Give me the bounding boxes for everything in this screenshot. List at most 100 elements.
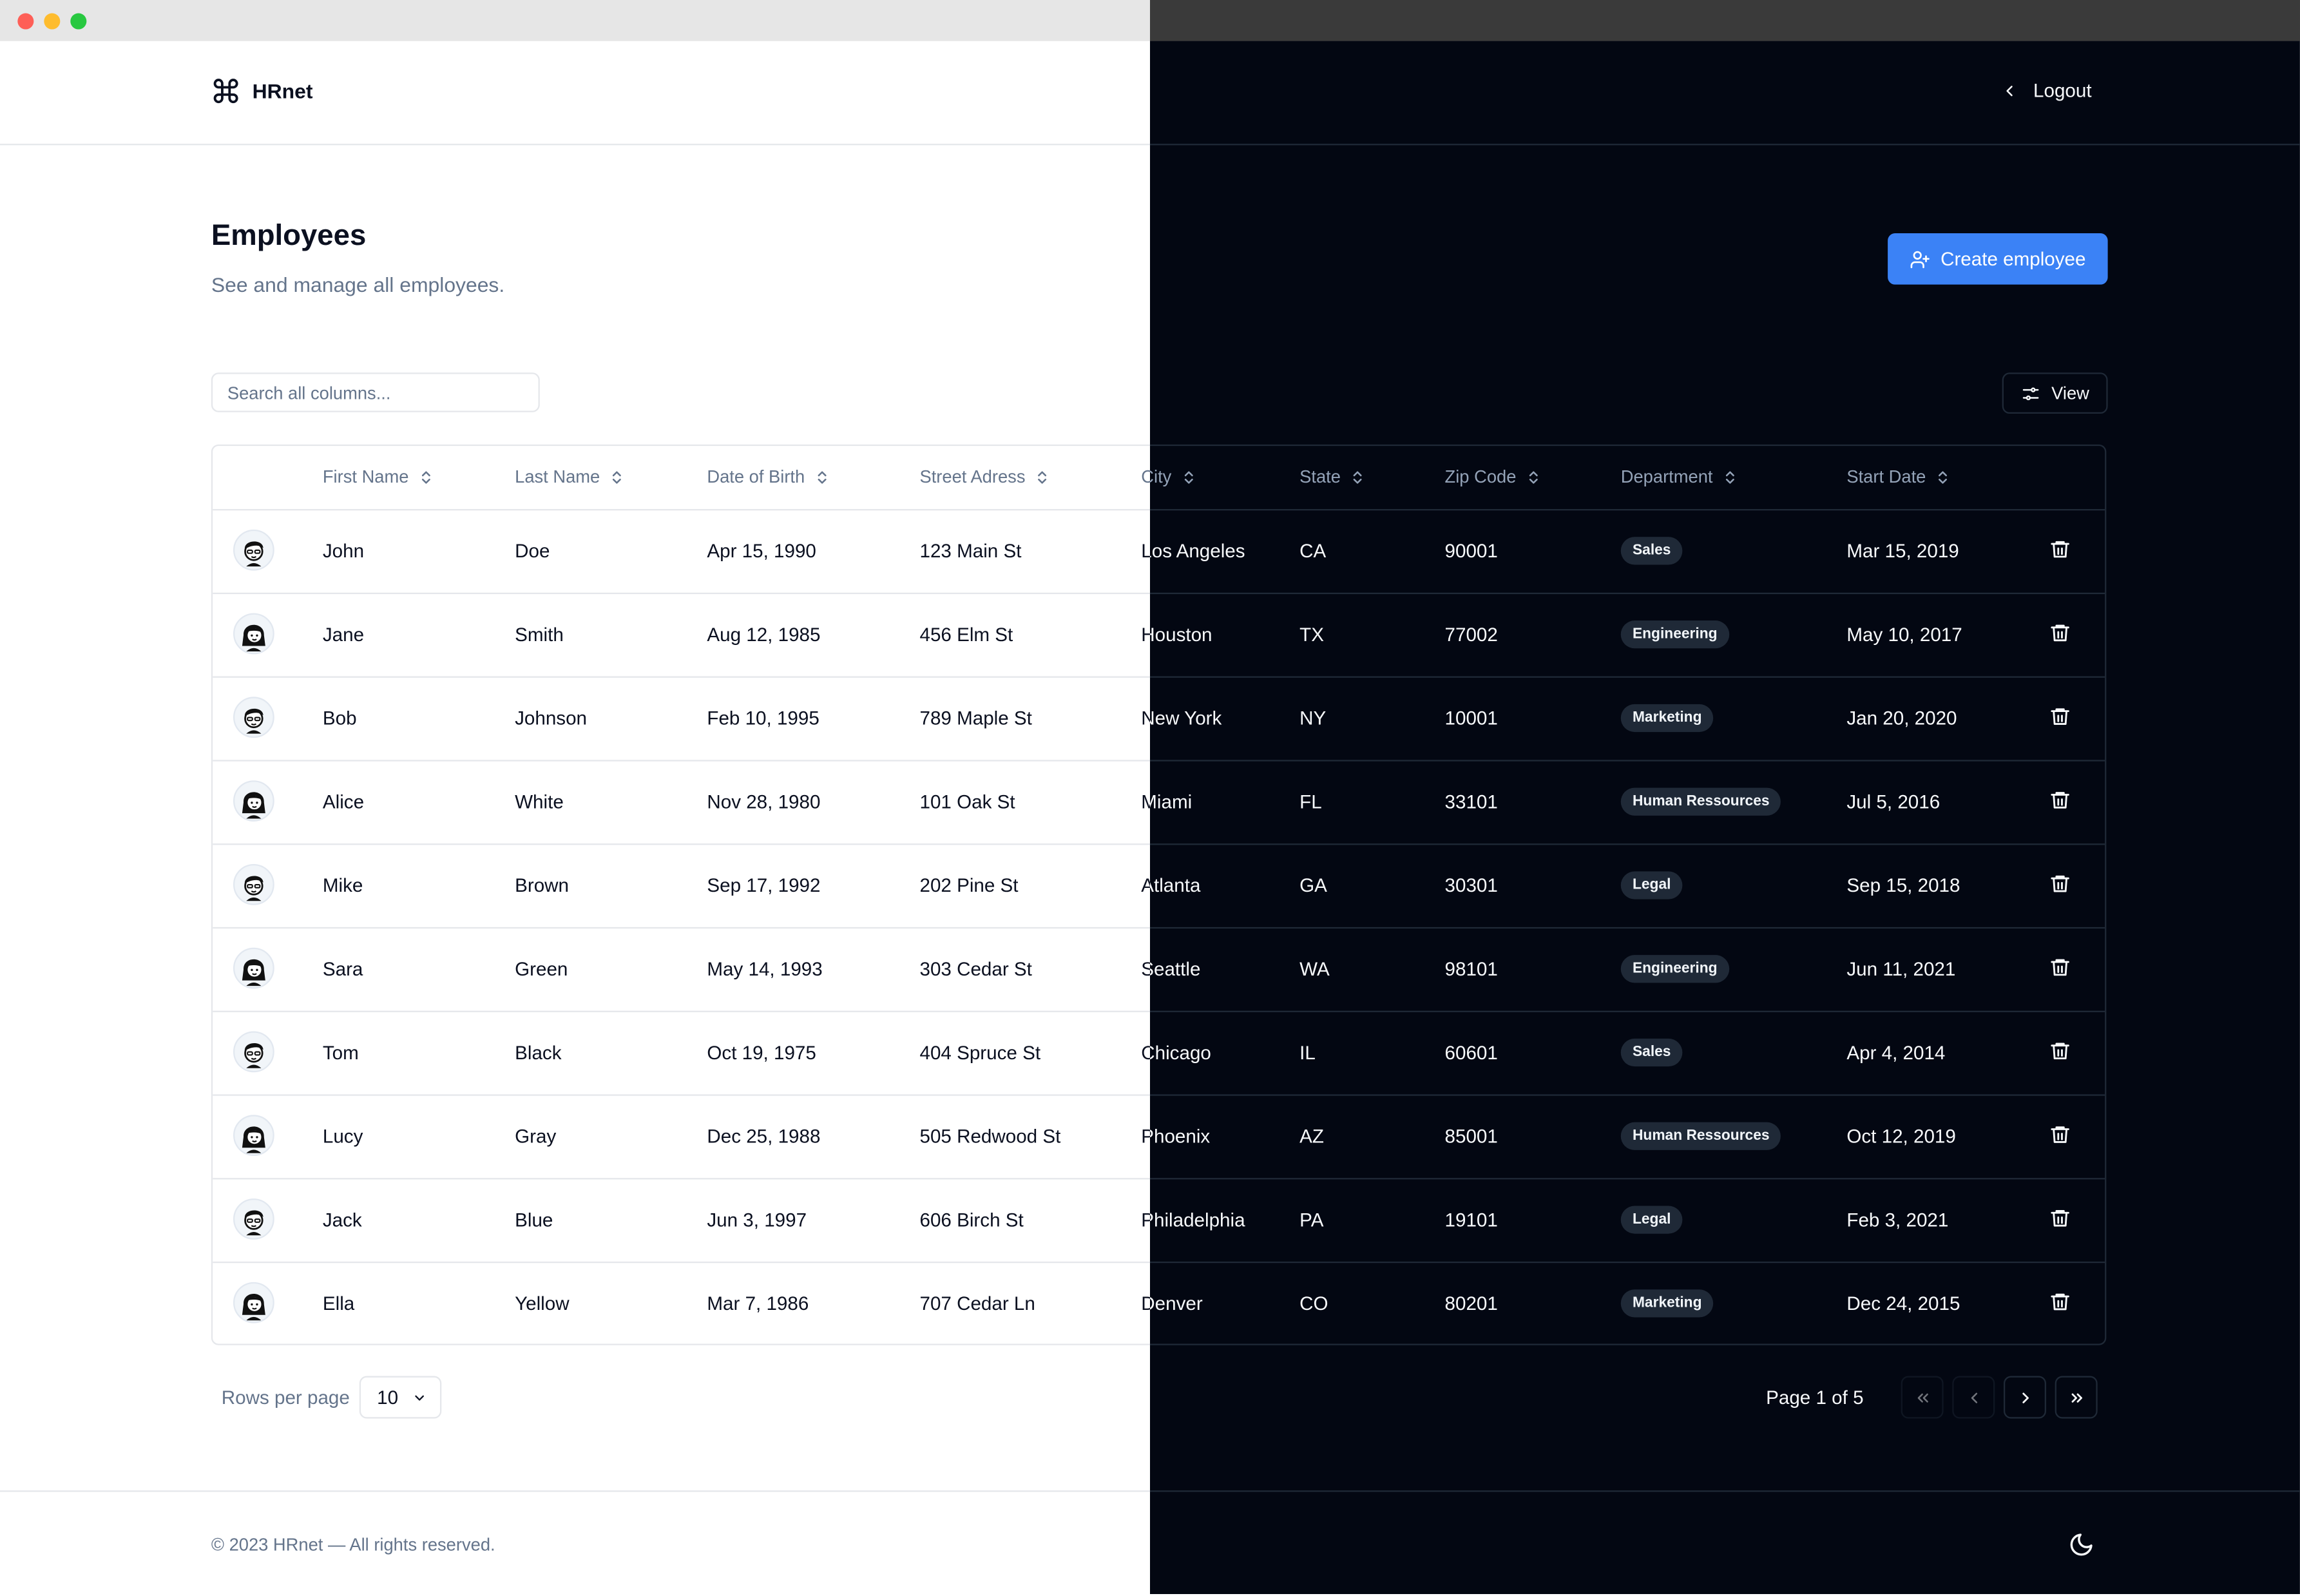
last-page-button[interactable] (2055, 1376, 2098, 1419)
start-date-cell: Jul 5, 2016 (1846, 791, 1941, 813)
sort-icon (612, 470, 621, 483)
delete-employee-button[interactable] (2049, 622, 2071, 651)
chevron-left-icon (1970, 1392, 1977, 1403)
delete-employee-button[interactable] (2049, 1291, 2071, 1320)
sort-icon (1038, 470, 1047, 483)
department-badge: Sales (1620, 1038, 1683, 1067)
column-header-label: First Name (322, 466, 409, 487)
last-name-cell: Green (515, 957, 568, 980)
state-cell: CO (1299, 1292, 1328, 1314)
previous-page-button[interactable] (1952, 1376, 1995, 1419)
trash-icon (2051, 708, 2069, 725)
rows-per-page-select[interactable]: 10 (359, 1376, 442, 1419)
zip-code-cell: 85001 (1444, 1125, 1498, 1148)
city-cell: Houston (1141, 623, 1212, 646)
state-cell: NY (1299, 707, 1327, 729)
date-of-birth-cell: Mar 7, 1986 (707, 1292, 809, 1314)
state-cell: TX (1299, 623, 1325, 646)
date-of-birth-cell: Dec 25, 1988 (707, 1125, 821, 1148)
state-cell: WA (1299, 957, 1330, 980)
delete-employee-button[interactable] (2049, 1124, 2071, 1153)
delete-employee-button[interactable] (2049, 1040, 2071, 1070)
street-cell: 202 Pine St (919, 874, 1019, 897)
copyright-text: © 2023 HRnet — All rights reserved. (211, 1534, 495, 1555)
department-badge: Legal (1620, 1206, 1683, 1234)
theme-toggle-button[interactable] (2068, 1532, 2094, 1565)
column-header-label: Street Adress (919, 466, 1026, 487)
start-date-cell: Sep 15, 2018 (1846, 874, 1960, 897)
moon-icon (2070, 1534, 2093, 1556)
column-header-start-date[interactable]: Start Date (1846, 466, 1951, 487)
zip-code-cell: 10001 (1444, 707, 1498, 729)
column-header-label: Zip Code (1444, 466, 1517, 487)
chevrons-left-icon (1917, 1392, 1928, 1402)
command-icon (213, 79, 238, 104)
state-cell: AZ (1299, 1125, 1325, 1148)
close-window-button[interactable] (17, 13, 34, 30)
last-name-cell: Black (515, 1041, 562, 1064)
column-header-zip-code[interactable]: Zip Code (1445, 466, 1542, 487)
date-of-birth-cell: Feb 10, 1995 (707, 707, 819, 729)
rows-per-page-value: 10 (377, 1386, 399, 1409)
first-name-cell: Jack (322, 1209, 362, 1231)
delete-employee-button[interactable] (2049, 706, 2071, 735)
zip-code-cell: 90001 (1444, 539, 1498, 562)
trash-icon (2051, 1209, 2069, 1227)
zip-code-cell: 60601 (1444, 1041, 1498, 1064)
column-header-state[interactable]: State (1299, 466, 1366, 487)
chevron-right-icon (2022, 1392, 2028, 1403)
date-of-birth-cell: Aug 12, 1985 (707, 623, 821, 646)
view-options-button[interactable]: View (2002, 372, 2108, 414)
delete-employee-button[interactable] (2049, 956, 2071, 986)
view-label: View (2051, 383, 2089, 404)
search-input[interactable] (211, 372, 540, 412)
city-cell: New York (1141, 707, 1222, 729)
create-employee-label: Create employee (1941, 247, 2086, 270)
city-cell: Philadelphia (1141, 1209, 1245, 1231)
sort-icon (1353, 470, 1362, 483)
create-employee-button[interactable]: Create employee (1888, 233, 2108, 285)
department-badge: Sales (1620, 537, 1683, 565)
street-cell: 404 Spruce St (919, 1041, 1041, 1064)
minimize-window-button[interactable] (44, 13, 61, 30)
delete-employee-button[interactable] (2049, 539, 2071, 568)
first-page-button[interactable] (1901, 1376, 1944, 1419)
trash-icon (2051, 1126, 2069, 1143)
start-date-cell: Oct 12, 2019 (1846, 1125, 1956, 1148)
column-header-street-adress[interactable]: Street Adress (919, 466, 1050, 487)
trash-icon (2051, 1043, 2069, 1060)
zip-code-cell: 80201 (1444, 1292, 1498, 1314)
brand-name: HRnet (252, 79, 313, 103)
next-page-button[interactable] (2003, 1376, 2046, 1419)
trash-icon (2051, 1293, 2069, 1311)
avatar (233, 1115, 274, 1157)
start-date-cell: Dec 24, 2015 (1846, 1292, 1960, 1314)
start-date-cell: Feb 3, 2021 (1846, 1209, 1949, 1231)
delete-employee-button[interactable] (2049, 1207, 2071, 1237)
sort-icon (1725, 470, 1734, 483)
date-of-birth-cell: Oct 19, 1975 (707, 1041, 816, 1064)
street-cell: 789 Maple St (919, 707, 1032, 729)
date-of-birth-cell: Nov 28, 1980 (707, 791, 821, 813)
sort-icon (1939, 470, 1948, 483)
brand-link[interactable]: HRnet (211, 76, 313, 106)
trash-icon (2051, 541, 2069, 558)
delete-employee-button[interactable] (2049, 789, 2071, 819)
avatar (233, 1198, 274, 1240)
state-cell: CA (1299, 539, 1327, 562)
zip-code-cell: 98101 (1444, 957, 1498, 980)
first-name-cell: Bob (322, 707, 357, 729)
column-header-date-of-birth[interactable]: Date of Birth (707, 466, 830, 487)
state-cell: GA (1299, 874, 1327, 897)
column-header-first-name[interactable]: First Name (323, 466, 434, 487)
department-badge: Marketing (1620, 704, 1714, 733)
user-plus-icon (1910, 250, 1930, 268)
logout-button[interactable]: Logout (2001, 79, 2092, 101)
avatar (233, 780, 274, 822)
zoom-window-button[interactable] (70, 13, 87, 30)
avatar (233, 613, 274, 655)
trash-icon (2051, 624, 2069, 642)
column-header-last-name[interactable]: Last Name (515, 466, 625, 487)
column-header-department[interactable]: Department (1621, 466, 1738, 487)
delete-employee-button[interactable] (2049, 873, 2071, 903)
